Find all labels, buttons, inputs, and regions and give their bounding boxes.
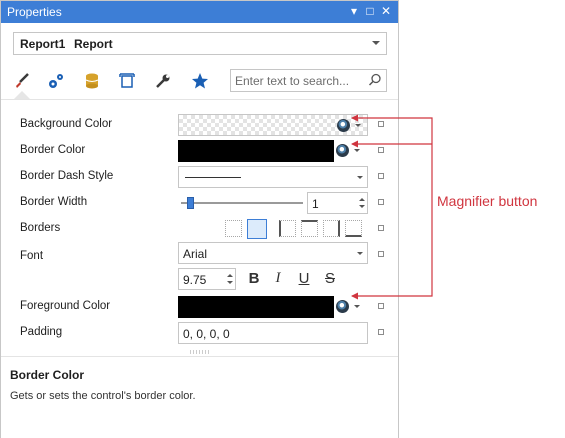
annotation-lines — [351, 114, 433, 300]
magnifier-button-callout: Magnifier button — [437, 193, 538, 209]
